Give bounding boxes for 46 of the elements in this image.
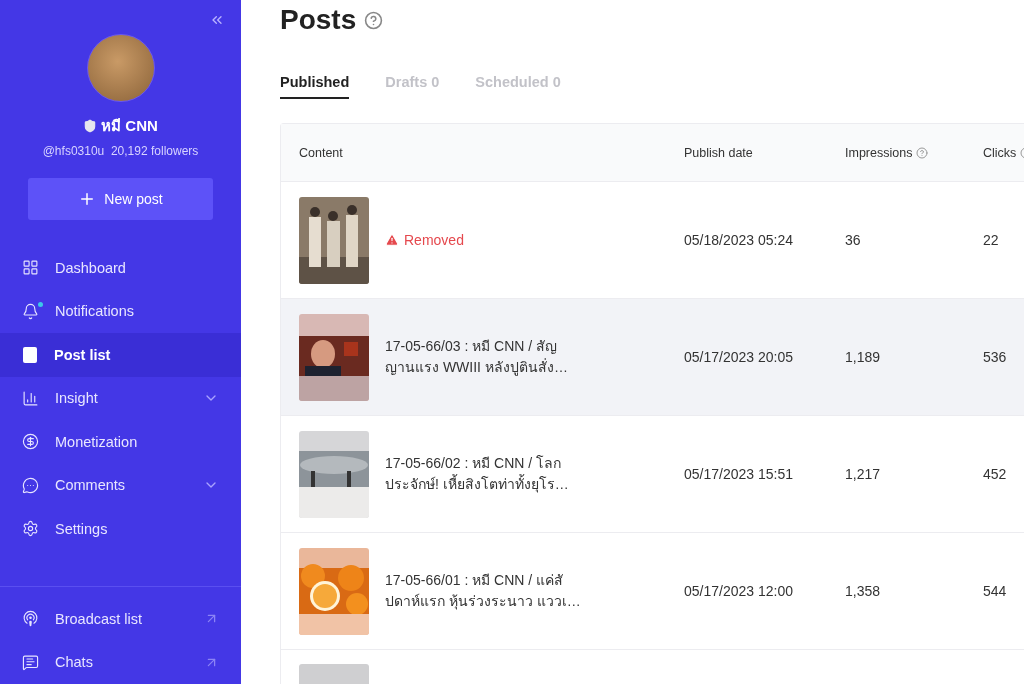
table-row[interactable]: 17-05-66/03 : หมี CNN / สัญ ญานแรง WWIII หลังปูตินสั่ง… 05/17/2023 20:05 1,189 536 [281,299,1024,416]
settings-icon [22,520,39,538]
publish-date-header: Publish date [684,145,753,160]
broadcast-icon [22,610,39,628]
impressions-count: 1,358 [845,583,882,599]
publish-date: 05/17/2023 20:05 [684,349,794,365]
nav-item[interactable]: Settings [0,507,241,551]
page-title: Posts [280,4,357,36]
post-title[interactable]: 17-05-66/01 : หมี CNN / แค่สั ปดาห์แรก หุ้นร่วงระนาว แววเ… [385,570,581,612]
nav-item[interactable]: Insight [0,376,241,420]
status-text: Removed [404,232,464,248]
nav-item[interactable]: Notifications [0,289,241,333]
impressions-count: 1,217 [845,466,882,482]
nav-item[interactable]: Dashboard [0,246,241,290]
publish-date: 05/18/2023 05:24 [684,232,794,248]
profile-stats: @hfs0310u 20,192 followers [42,144,199,158]
nav-link[interactable]: Chats [0,640,241,684]
nav-item[interactable]: Post list [0,333,241,377]
tab[interactable]: Published [280,74,350,99]
impressions-count: 1,189 [845,349,882,365]
dollar-coin-icon [22,433,39,451]
publish-date: 05/17/2023 15:51 [684,466,794,482]
post-title[interactable]: 17-05-66/02 : หมี CNN / โลก ประจักษ์! เหี้ยสิงโตท่าทั้งยุโร… [385,453,569,495]
clicks-count: 536 [983,349,1008,365]
impressions-header: Impressions [845,145,913,160]
post-title[interactable]: 17-05-66/03 : หมี CNN / สัญ ญานแรง WWIII หลังปูตินสั่ง… [385,336,568,378]
content-header: Content [299,145,343,160]
document-icon [22,346,38,363]
dashboard-icon [22,259,39,277]
nav-item[interactable]: Monetization [0,420,241,464]
clicks-header: Clicks [983,145,1017,160]
clicks-count: 452 [983,466,1008,482]
publish-date: 05/17/2023 12:00 [684,583,794,599]
help-icon[interactable] [364,10,384,30]
nav-link[interactable]: Broadcast list [0,597,241,641]
warning-icon [385,233,399,247]
new-post-button[interactable]: New post [28,178,213,220]
chat-icon [22,653,39,671]
nav-item[interactable]: Comments [0,463,241,507]
clicks-count: 22 [983,232,1000,248]
bar-chart-icon [22,389,39,407]
clicks-count: 544 [983,583,1008,599]
profile-name: หมี CNN [101,116,158,136]
impressions-count: 36 [845,232,862,248]
help-icon[interactable] [916,146,929,159]
chat-bubble-icon [22,476,39,494]
